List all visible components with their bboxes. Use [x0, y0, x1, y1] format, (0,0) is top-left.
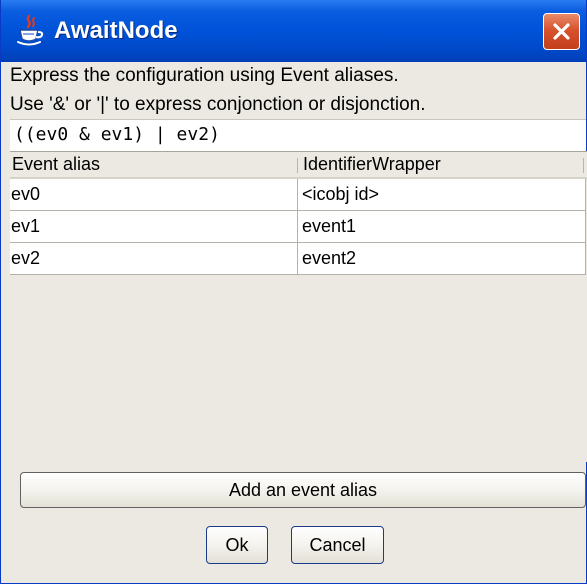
table-row[interactable]: ev1 event1	[10, 211, 586, 243]
alias-table[interactable]: Event alias IdentifierWrapper ev0 <icobj…	[10, 151, 587, 462]
expression-input[interactable]: ((ev0 & ev1) | ev2)	[10, 119, 586, 151]
table-header: Event alias IdentifierWrapper	[10, 152, 587, 179]
table-cell-identifier[interactable]: <icobj id>	[298, 179, 586, 210]
table-row[interactable]: ev0 <icobj id>	[10, 179, 586, 211]
window-title: AwaitNode	[54, 17, 178, 44]
table-cell-identifier[interactable]: event1	[298, 211, 586, 242]
table-cell-alias[interactable]: ev1	[10, 211, 298, 242]
table-cell-alias[interactable]: ev0	[10, 179, 298, 210]
title-bar[interactable]: AwaitNode	[1, 0, 586, 62]
table-row[interactable]: ev2 event2	[10, 243, 586, 275]
instruction-line-1: Express the configuration using Event al…	[10, 65, 399, 86]
add-event-alias-button[interactable]: Add an event alias	[20, 472, 586, 508]
ok-button[interactable]: Ok	[206, 526, 268, 564]
table-cell-alias[interactable]: ev2	[10, 243, 298, 274]
column-divider[interactable]	[583, 158, 584, 173]
table-cell-identifier[interactable]: event2	[298, 243, 586, 274]
column-header-identifier-wrapper[interactable]: IdentifierWrapper	[298, 152, 587, 177]
instruction-line-2: Use '&' or '|' to express conjonction or…	[10, 94, 426, 115]
java-cup-icon	[15, 14, 45, 48]
cancel-button[interactable]: Cancel	[291, 526, 384, 564]
column-header-event-alias[interactable]: Event alias	[10, 152, 298, 177]
await-node-dialog: AwaitNode Express the configuration usin…	[0, 0, 587, 584]
close-button[interactable]	[543, 13, 580, 50]
